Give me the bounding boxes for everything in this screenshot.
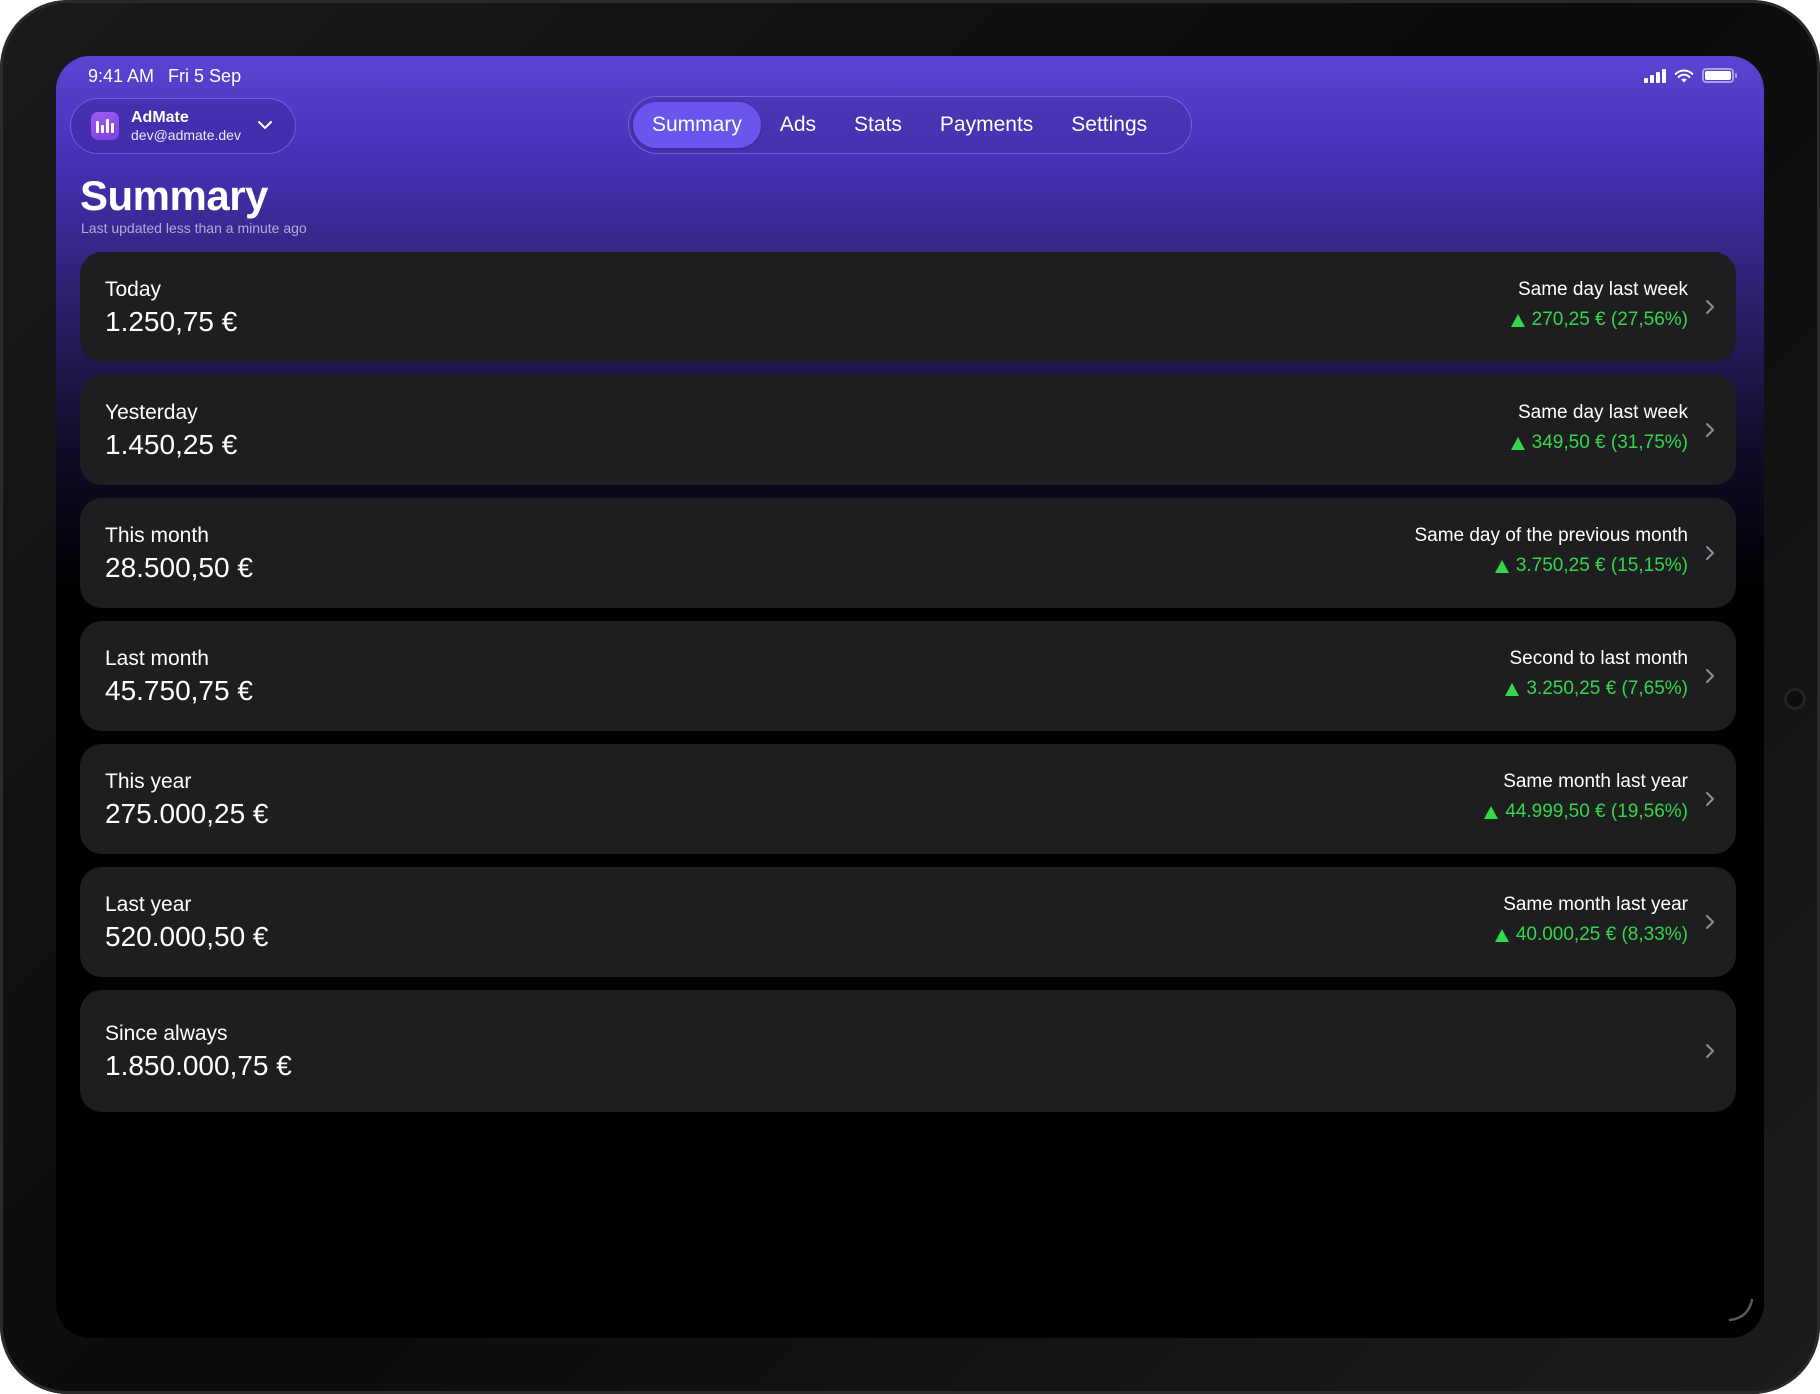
card-comparison-label: Same month last year	[1503, 771, 1688, 792]
chevron-right-icon	[1706, 1044, 1714, 1058]
chevron-right-icon	[1706, 423, 1714, 437]
triangle-up-icon	[1505, 682, 1520, 696]
card-label: Last month	[105, 647, 209, 670]
card-delta-value: 40.000,25 € (8,33%)	[1515, 924, 1688, 945]
chevron-right-icon	[1706, 300, 1714, 314]
card-value: 520.000,50 €	[105, 921, 269, 952]
card-delta-value: 349,50 € (31,75%)	[1531, 432, 1688, 453]
tab-ads[interactable]: Ads	[761, 102, 835, 148]
triangle-up-icon	[1494, 928, 1509, 942]
card-comparison-label: Same month last year	[1503, 894, 1688, 915]
card-label: Since always	[105, 1022, 228, 1045]
card-label: Yesterday	[105, 401, 198, 424]
summary-list: Today 1.250,75 € Same day last week 270,…	[80, 252, 1736, 1125]
summary-card-last-year[interactable]: Last year 520.000,50 € Same month last y…	[80, 867, 1736, 977]
chevron-right-icon	[1706, 792, 1714, 806]
card-delta: 44.999,50 € (19,56%)	[1484, 801, 1688, 823]
battery-icon	[1702, 68, 1737, 83]
last-updated-text: Last updated less than a minute ago	[81, 220, 307, 236]
wifi-icon	[1674, 69, 1694, 82]
status-left: 9:41 AM Fri 5 Sep	[88, 66, 241, 87]
triangle-up-icon	[1510, 313, 1525, 327]
summary-card-last-month[interactable]: Last month 45.750,75 € Second to last mo…	[80, 621, 1736, 731]
status-bar: 9:41 AM Fri 5 Sep	[56, 56, 1764, 96]
tab-summary[interactable]: Summary	[633, 102, 761, 148]
card-label: Today	[105, 278, 162, 301]
card-label: This month	[105, 524, 209, 547]
tab-bar: Summary Ads Stats Payments Settings	[628, 96, 1192, 154]
card-comparison-label: Same day last week	[1517, 402, 1688, 423]
account-email: dev@admate.dev	[131, 127, 241, 144]
card-comparison-label: Same day last week	[1517, 279, 1688, 300]
card-comparison-label: Same day of the previous month	[1414, 525, 1688, 546]
status-date: Fri 5 Sep	[168, 66, 242, 86]
chevron-down-icon	[258, 121, 272, 129]
triangle-up-icon	[1510, 436, 1525, 450]
chevron-right-icon	[1706, 546, 1714, 560]
card-value: 1.850.000,75 €	[105, 1050, 292, 1081]
account-info: AdMate dev@admate.dev	[131, 109, 241, 143]
card-value: 45.750,75 €	[105, 675, 253, 706]
card-delta: 349,50 € (31,75%)	[1510, 432, 1688, 454]
chevron-right-icon	[1706, 915, 1714, 929]
summary-card-yesterday[interactable]: Yesterday 1.450,25 € Same day last week …	[80, 375, 1736, 485]
card-delta-value: 44.999,50 € (19,56%)	[1505, 801, 1688, 822]
status-right	[1644, 68, 1737, 83]
card-label: This year	[105, 770, 192, 793]
chevron-right-icon	[1706, 669, 1714, 683]
app-screen: 9:41 AM Fri 5 Sep AdMate dev@admate.dev …	[56, 56, 1764, 1338]
card-value: 1.450,25 €	[105, 429, 238, 460]
card-delta: 270,25 € (27,56%)	[1510, 309, 1688, 331]
triangle-up-icon	[1484, 805, 1499, 819]
card-delta: 40.000,25 € (8,33%)	[1494, 924, 1688, 946]
page-title: Summary	[80, 172, 268, 219]
account-name: AdMate	[131, 108, 189, 126]
camera-icon	[1784, 688, 1806, 710]
tab-settings[interactable]: Settings	[1052, 102, 1166, 148]
card-delta-value: 3.250,25 € (7,65%)	[1526, 678, 1688, 699]
card-value: 28.500,50 €	[105, 552, 253, 583]
account-switcher[interactable]: AdMate dev@admate.dev	[70, 98, 296, 154]
resize-corner-icon	[1728, 1298, 1754, 1322]
card-value: 275.000,25 €	[105, 798, 269, 829]
card-label: Last year	[105, 893, 192, 916]
tab-payments[interactable]: Payments	[921, 102, 1052, 148]
card-delta: 3.750,25 € (15,15%)	[1494, 555, 1688, 577]
status-time: 9:41 AM	[88, 66, 155, 86]
card-delta-value: 270,25 € (27,56%)	[1531, 309, 1688, 330]
summary-card-since-always[interactable]: Since always 1.850.000,75 €	[80, 990, 1736, 1112]
card-comparison-label: Second to last month	[1509, 648, 1689, 669]
tab-stats[interactable]: Stats	[835, 102, 921, 148]
summary-card-today[interactable]: Today 1.250,75 € Same day last week 270,…	[80, 252, 1736, 362]
card-delta-value: 3.750,25 € (15,15%)	[1515, 555, 1688, 576]
card-value: 1.250,75 €	[105, 306, 238, 337]
summary-card-this-year[interactable]: This year 275.000,25 € Same month last y…	[80, 744, 1736, 854]
app-logo-icon	[91, 112, 119, 140]
card-delta: 3.250,25 € (7,65%)	[1505, 678, 1688, 700]
summary-card-this-month[interactable]: This month 28.500,50 € Same day of the p…	[80, 498, 1736, 608]
cellular-signal-icon	[1644, 68, 1666, 83]
ipad-frame: 9:41 AM Fri 5 Sep AdMate dev@admate.dev …	[0, 0, 1820, 1394]
triangle-up-icon	[1494, 559, 1509, 573]
